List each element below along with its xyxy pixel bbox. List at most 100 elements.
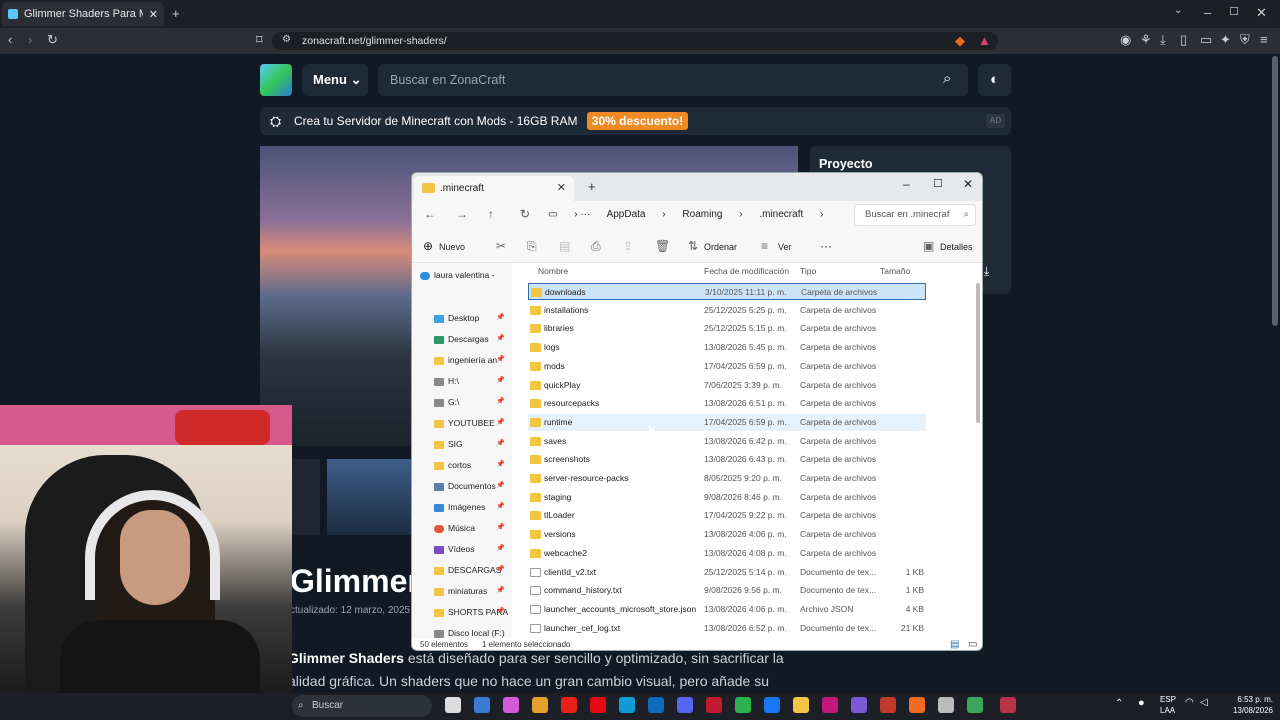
view-button[interactable]: Ver <box>778 242 792 252</box>
app-icon[interactable] <box>822 697 838 713</box>
site-info-icon[interactable]: ⚙ <box>282 34 291 45</box>
new-button[interactable]: Nuevo <box>439 242 465 252</box>
file-row[interactable]: launcher_accounts_microsoft_store.json 13… <box>528 601 926 618</box>
new-tab-icon[interactable]: + <box>588 179 596 194</box>
back-icon[interactable]: ‹ <box>8 32 12 47</box>
tiles-view-icon[interactable]: ▭ <box>968 639 977 650</box>
forward-icon[interactable]: → <box>456 207 468 221</box>
page-scrollbar[interactable] <box>1272 56 1278 326</box>
file-row[interactable]: installations 25/12/2025 5:25 p. m. Carpet… <box>528 302 926 319</box>
file-row[interactable]: libraries 25/12/2025 5:15 p. m. Carpeta de… <box>528 320 926 337</box>
browser-tab[interactable]: Glimmer Shaders Para Minecraft ✕ <box>2 2 164 26</box>
close-window-icon[interactable]: ✕ <box>1256 5 1267 21</box>
file-row[interactable]: runtime 17/04/2025 6:59 p. m. Carpeta de a… <box>528 413 926 431</box>
file-explorer-icon[interactable] <box>793 697 809 713</box>
taskbar-search-input[interactable]: ⌕ Buscar <box>292 695 432 717</box>
nav-item-onedrive[interactable]: laura valentina - <box>420 268 510 282</box>
brave-icon[interactable] <box>909 697 925 713</box>
more-options-icon[interactable]: ··· <box>820 239 832 253</box>
explorer-tab[interactable]: .minecraft ✕ <box>414 176 574 201</box>
app-icon[interactable] <box>532 697 548 713</box>
minecraft-icon[interactable] <box>967 697 983 713</box>
site-search-input[interactable]: Buscar en ZonaCraft <box>378 64 968 96</box>
file-row[interactable]: resourcepacks 13/08/2026 6:51 p. m. Carpet… <box>528 395 926 412</box>
forward-icon[interactable]: › <box>28 32 32 47</box>
file-row[interactable]: webcache2 13/08/2026 4:08 p. m. Carpeta de… <box>528 545 926 562</box>
mic-icon[interactable]: ● <box>1138 697 1145 709</box>
details-view-icon[interactable]: ▤ <box>950 639 959 650</box>
system-clock[interactable]: 6:53 p. m. 13/08/2026 <box>1225 694 1273 716</box>
file-row[interactable]: logs 13/08/2026 5:45 p. m. Carpeta de arch… <box>528 339 926 356</box>
file-row[interactable]: staging 9/08/2026 8:46 p. m. Carpeta de ar… <box>528 489 926 506</box>
download-icon[interactable]: ⤓ <box>1160 32 1166 48</box>
language-indicator[interactable]: ESP LAA <box>1160 694 1176 716</box>
details-button[interactable]: Detalles <box>940 242 973 252</box>
wallet-icon[interactable]: ▭ <box>1200 32 1212 48</box>
details-pane-icon[interactable]: ▣ <box>923 239 934 253</box>
copy-icon[interactable]: ⎘ <box>527 239 537 254</box>
up-icon[interactable]: ↑ <box>488 207 494 221</box>
close-tab-icon[interactable]: ✕ <box>557 176 566 201</box>
app-icon[interactable] <box>938 697 954 713</box>
edge-icon[interactable] <box>619 697 635 713</box>
cut-icon[interactable]: ✂ <box>496 239 506 253</box>
file-row[interactable]: launcher_cef_log.txt 13/08/2026 6:52 p. m… <box>528 620 926 637</box>
leo-icon[interactable]: ✦ <box>1220 32 1231 48</box>
share-icon[interactable]: ⇪ <box>623 239 633 253</box>
column-size[interactable]: Tamaño <box>880 266 910 276</box>
file-list-scrollbar[interactable] <box>976 283 980 423</box>
file-row[interactable]: command_history.txt 9/08/2026 9:56 p. m. D… <box>528 582 926 599</box>
rename-icon[interactable]: ⎙ <box>591 239 601 254</box>
promo-banner[interactable]: ⛭ Crea tu Servidor de Minecraft con Mods… <box>260 107 1011 135</box>
facebook-icon[interactable] <box>764 697 780 713</box>
column-type[interactable]: Tipo <box>800 266 816 276</box>
minimize-icon[interactable]: – <box>903 177 910 191</box>
tab-list-icon[interactable]: ⌄ <box>1174 5 1182 16</box>
teams-icon[interactable] <box>851 697 867 713</box>
new-icon[interactable]: ⊕ <box>423 239 433 253</box>
close-icon[interactable]: ✕ <box>963 177 973 191</box>
download-icon[interactable]: ⤓ <box>984 264 989 279</box>
gallery-thumb[interactable] <box>327 459 412 535</box>
app-icon[interactable] <box>1000 697 1016 713</box>
file-row[interactable]: tlLoader 17/04/2025 9:22 p. m. Carpeta de … <box>528 507 926 524</box>
paste-icon[interactable]: ▤ <box>559 239 570 253</box>
tab-close-icon[interactable]: ✕ <box>149 8 158 21</box>
file-row[interactable]: downloads 3/10/2025 11:11 p. m. Carpeta de… <box>528 283 926 300</box>
file-row[interactable]: mods 17/04/2025 6:59 p. m. Carpeta de arch… <box>528 358 926 375</box>
app-icon[interactable] <box>474 697 490 713</box>
youtube-icon[interactable] <box>561 697 577 713</box>
opera-icon[interactable] <box>706 697 722 713</box>
view-icon[interactable]: ≡ <box>761 239 768 253</box>
vpn-icon[interactable]: ⛨ <box>1240 32 1250 48</box>
app-icon[interactable] <box>880 697 896 713</box>
file-row[interactable]: server-resource-packs 8/05/2025 9:20 p. m… <box>528 470 926 487</box>
sort-icon[interactable]: ⇅ <box>688 239 698 253</box>
netflix-icon[interactable] <box>590 697 606 713</box>
app-icon[interactable] <box>503 697 519 713</box>
sort-button[interactable]: Ordenar <box>704 242 737 252</box>
volume-icon[interactable]: ◁ <box>1200 697 1208 708</box>
url-field[interactable]: zonacraft.net/glimmer-shaders/ <box>272 32 998 50</box>
sidebar-icon[interactable]: ▯ <box>1180 32 1187 48</box>
rewards-icon[interactable]: ▲ <box>978 33 991 48</box>
gallery-thumb[interactable] <box>292 459 320 535</box>
refresh-icon[interactable]: ↻ <box>520 207 530 221</box>
brave-shield-icon[interactable]: ◆ <box>955 33 965 49</box>
discord-icon[interactable] <box>677 697 693 713</box>
wifi-icon[interactable]: ◠ <box>1185 697 1194 708</box>
maximize-icon[interactable]: ☐ <box>1229 5 1239 18</box>
site-logo[interactable] <box>260 64 292 96</box>
task-view-icon[interactable] <box>445 697 461 713</box>
theme-toggle-icon[interactable]: ◐ <box>978 64 1011 96</box>
breadcrumb-item[interactable]: .minecraft <box>759 209 803 220</box>
new-tab-icon[interactable]: + <box>172 6 180 21</box>
reload-icon[interactable]: ↻ <box>47 32 58 48</box>
menu-icon[interactable]: ≡ <box>1260 32 1268 47</box>
minimize-icon[interactable]: – <box>1204 5 1211 20</box>
mail-icon[interactable] <box>648 697 664 713</box>
explorer-search-input[interactable]: Buscar en .minecraf ⌕ <box>854 204 976 226</box>
back-icon[interactable]: ← <box>424 207 436 221</box>
file-row[interactable]: screenshots 13/08/2026 6:43 p. m. Carpeta … <box>528 451 926 468</box>
chevron-up-icon[interactable]: ⌃ <box>1115 698 1123 709</box>
